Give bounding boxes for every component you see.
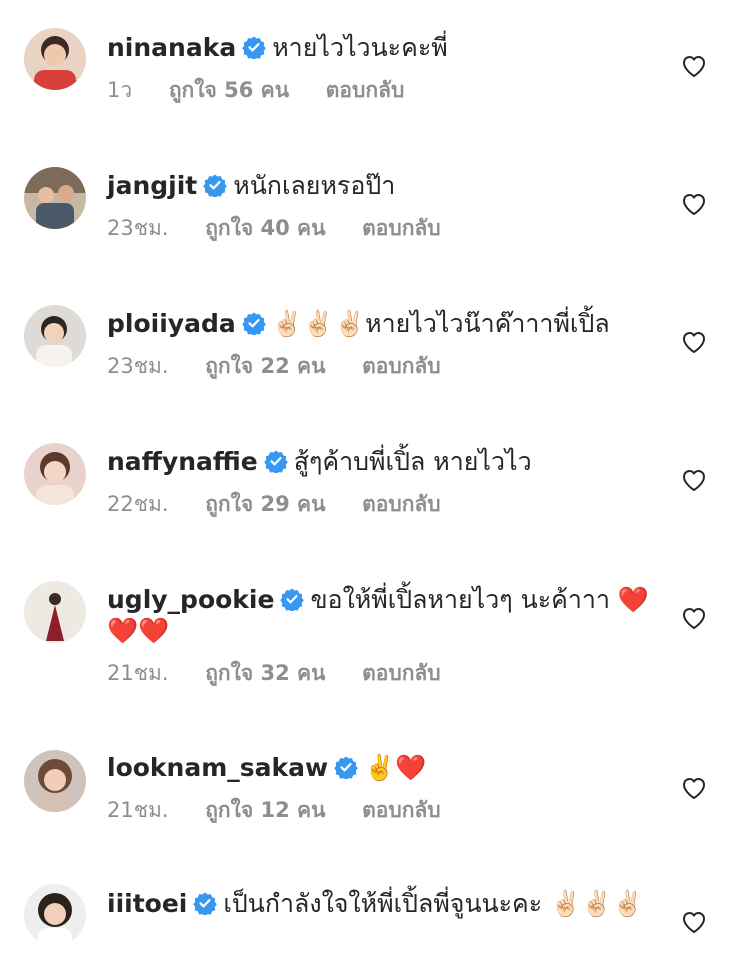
comment-text: สู้ๆค้าบพี่เปิ้ล หายไวไว (293, 447, 532, 476)
comment-time: 23ชม. (107, 354, 169, 378)
comment-text: ✌️❤️ (364, 753, 427, 782)
reply-button[interactable]: ตอบกลับ (362, 216, 441, 240)
reply-button[interactable]: ตอบกลับ (362, 661, 441, 685)
avatar[interactable] (24, 581, 86, 643)
comment-text: ✌🏻✌🏻✌🏻หายไวไวน๊าค๊าาาพี่เปิ้ล (271, 309, 610, 338)
comment-username[interactable]: naffynaffie (107, 447, 258, 476)
comment-username[interactable]: ugly_pookie (107, 585, 274, 614)
comment-username[interactable]: jangjit (107, 171, 197, 200)
heart-outline-icon[interactable] (681, 54, 707, 78)
verified-badge-icon (334, 756, 358, 779)
comment-likes[interactable]: ถูกใจ 12 คน (205, 798, 325, 822)
avatar[interactable] (24, 28, 86, 90)
heart-outline-icon[interactable] (681, 776, 707, 800)
comment-username[interactable]: iiitoei (107, 889, 187, 918)
reply-button[interactable]: ตอบกลับ (362, 354, 441, 378)
heart-outline-icon[interactable] (681, 330, 707, 354)
verified-badge-icon (203, 174, 228, 197)
avatar[interactable] (24, 884, 86, 946)
avatar[interactable] (24, 305, 86, 367)
reply-button[interactable]: ตอบกลับ (326, 78, 405, 102)
comment-likes[interactable]: ถูกใจ 56 คน (169, 78, 289, 102)
comment-username[interactable]: looknam_sakaw (107, 753, 328, 782)
reply-button[interactable]: ตอบกลับ (362, 492, 441, 516)
heart-outline-icon[interactable] (681, 910, 707, 934)
verified-badge-icon (263, 450, 288, 473)
verified-badge-icon (280, 588, 305, 611)
comment-time: 21ชม. (107, 661, 169, 685)
comment-time: 1ว (107, 78, 133, 102)
avatar[interactable] (24, 443, 86, 505)
verified-badge-icon (241, 312, 266, 335)
comment-time: 22ชม. (107, 492, 169, 516)
comment-text: เป็นกำลังใจให้พี่เปิ้ลพี่จูนนะคะ ✌🏻✌🏻✌🏻 (223, 889, 644, 918)
verified-badge-icon (193, 892, 218, 915)
comment-likes[interactable]: ถูกใจ 22 คน (205, 354, 325, 378)
reply-button[interactable]: ตอบกลับ (362, 798, 441, 822)
verified-badge-icon (242, 36, 267, 59)
heart-outline-icon[interactable] (681, 192, 707, 216)
comment-likes[interactable]: ถูกใจ 29 คน (205, 492, 325, 516)
heart-outline-icon[interactable] (681, 468, 707, 492)
comment-text: หนักเลยหรอป๊า (233, 171, 396, 200)
comment-text: หายไวไวนะคะพี่ (272, 33, 448, 62)
comment-username[interactable]: ploiiyada (107, 309, 236, 338)
comment-username[interactable]: ninanaka (107, 33, 236, 62)
avatar[interactable] (24, 750, 86, 812)
comment-time: 23ชม. (107, 216, 169, 240)
comment-time: 21ชม. (107, 798, 169, 822)
comment-likes[interactable]: ถูกใจ 40 คน (205, 216, 325, 240)
avatar[interactable] (24, 167, 86, 229)
heart-outline-icon[interactable] (681, 606, 707, 630)
comment-likes[interactable]: ถูกใจ 32 คน (205, 661, 325, 685)
